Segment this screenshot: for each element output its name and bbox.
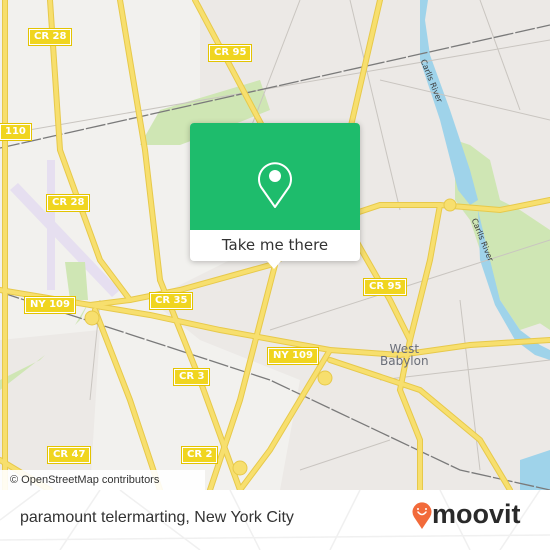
road-shield-cr3: CR 3 [172,368,211,386]
moovit-wordmark: moovit [432,499,521,529]
road-shield-cr2: CR 2 [180,446,219,464]
place-label-line2: Babylon [380,354,429,368]
take-me-there-button[interactable]: Take me there [190,230,360,261]
map-attribution[interactable]: © OpenStreetMap contributors [0,470,205,490]
location-pin-icon [258,162,292,208]
road-shield-ny109: NY 109 [267,347,319,365]
location-title: paramount telermarting, New York City [20,509,294,526]
road-shield-cr28: CR 28 [27,28,73,46]
place-label-west-babylon: West Babylon [380,343,429,367]
road-shield-cr95: CR 95 [362,278,408,296]
popup-header [190,123,360,230]
map-view[interactable]: CR 28 CR 95 110 CR 28 NY 109 CR 35 CR 95… [0,0,550,490]
moovit-pin-icon [412,502,432,529]
popup-pointer [267,261,281,269]
road-shield-110: 110 [0,123,32,141]
road-shield-cr35: CR 35 [148,292,194,310]
destination-popup: Take me there [190,123,360,269]
road-shield-ny109: NY 109 [24,296,76,314]
road-shield-cr95: CR 95 [207,44,253,62]
road-shield-cr47: CR 47 [46,446,92,464]
road-shield-cr28: CR 28 [45,194,91,212]
footer-bar: paramount telermarting, New York City mo… [0,490,550,550]
